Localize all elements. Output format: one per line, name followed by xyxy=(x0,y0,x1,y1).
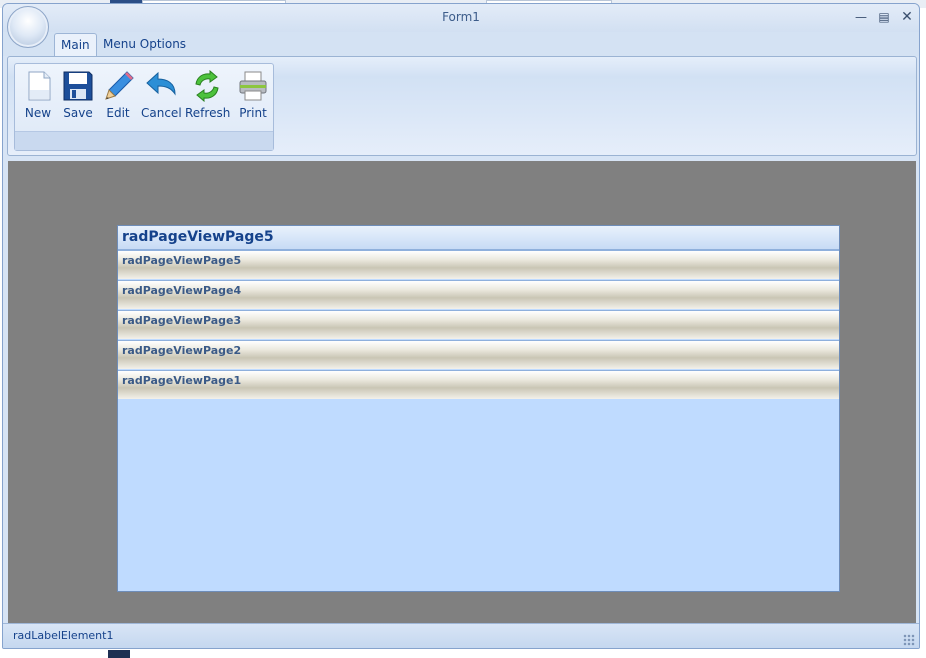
ribbon-group-caption xyxy=(15,131,273,150)
page-view-item-page4[interactable]: radPageViewPage4 xyxy=(118,280,839,309)
page-view-item-page2[interactable]: radPageViewPage2 xyxy=(118,340,839,369)
page-view-item-page1[interactable]: radPageViewPage1 xyxy=(118,370,839,399)
pencil-icon xyxy=(105,71,134,100)
ribbon-tab-row: Main Menu Options xyxy=(3,32,919,56)
floppy-disk-icon xyxy=(63,71,93,101)
edit-button[interactable]: Edit xyxy=(103,70,134,122)
page-view-item-page5[interactable]: radPageViewPage5 xyxy=(118,250,839,279)
client-area: radPageViewPage5 radPageViewPage5 radPag… xyxy=(8,161,916,623)
resize-grip-icon[interactable] xyxy=(903,634,915,646)
page-view-item-label: radPageViewPage2 xyxy=(122,344,242,357)
print-button[interactable]: Print xyxy=(237,70,269,122)
page-view-item-label: radPageViewPage1 xyxy=(122,374,242,387)
ribbon-group: New Save Edit Cancel Refresh Print xyxy=(14,63,274,151)
page-view-item-label: radPageViewPage3 xyxy=(122,314,242,327)
save-button[interactable]: Save xyxy=(61,70,95,122)
page-view: radPageViewPage5 radPageViewPage5 radPag… xyxy=(117,225,840,592)
new-button[interactable]: New xyxy=(23,70,53,122)
desktop-background-bottom xyxy=(108,650,148,658)
printer-icon xyxy=(239,71,267,101)
refresh-label: Refresh xyxy=(185,106,231,120)
edit-label: Edit xyxy=(106,106,130,120)
cancel-label: Cancel xyxy=(141,106,182,120)
tab-main[interactable]: Main xyxy=(54,33,97,56)
new-document-icon xyxy=(28,71,51,101)
ribbon-panel: New Save Edit Cancel Refresh Print xyxy=(7,56,917,156)
refresh-icon xyxy=(195,70,219,102)
status-label: radLabelElement1 xyxy=(13,629,114,642)
cancel-button[interactable]: Cancel xyxy=(141,70,182,122)
page-view-item-label: radPageViewPage4 xyxy=(122,284,242,297)
minimize-button[interactable]: — xyxy=(852,9,870,25)
page-view-header: radPageViewPage5 xyxy=(118,226,839,250)
close-button[interactable]: ✕ xyxy=(898,9,916,25)
undo-arrow-icon xyxy=(146,71,176,96)
print-label: Print xyxy=(239,106,267,120)
application-menu-button[interactable] xyxy=(7,6,49,48)
new-label: New xyxy=(24,106,52,120)
refresh-button[interactable]: Refresh xyxy=(185,70,231,122)
background-fragment xyxy=(108,650,130,658)
save-label: Save xyxy=(63,106,93,120)
window-title: Form1 xyxy=(442,10,480,24)
page-view-item-page3[interactable]: radPageViewPage3 xyxy=(118,310,839,339)
status-bar: radLabelElement1 xyxy=(3,623,919,648)
tab-menu-options[interactable]: Menu Options xyxy=(97,33,192,55)
title-bar[interactable]: Form1 — ▤ ✕ xyxy=(3,4,919,32)
form-window: Form1 — ▤ ✕ Main Menu Options New Save E… xyxy=(2,3,920,649)
page-view-item-label: radPageViewPage5 xyxy=(122,254,242,267)
maximize-button[interactable]: ▤ xyxy=(875,9,893,25)
